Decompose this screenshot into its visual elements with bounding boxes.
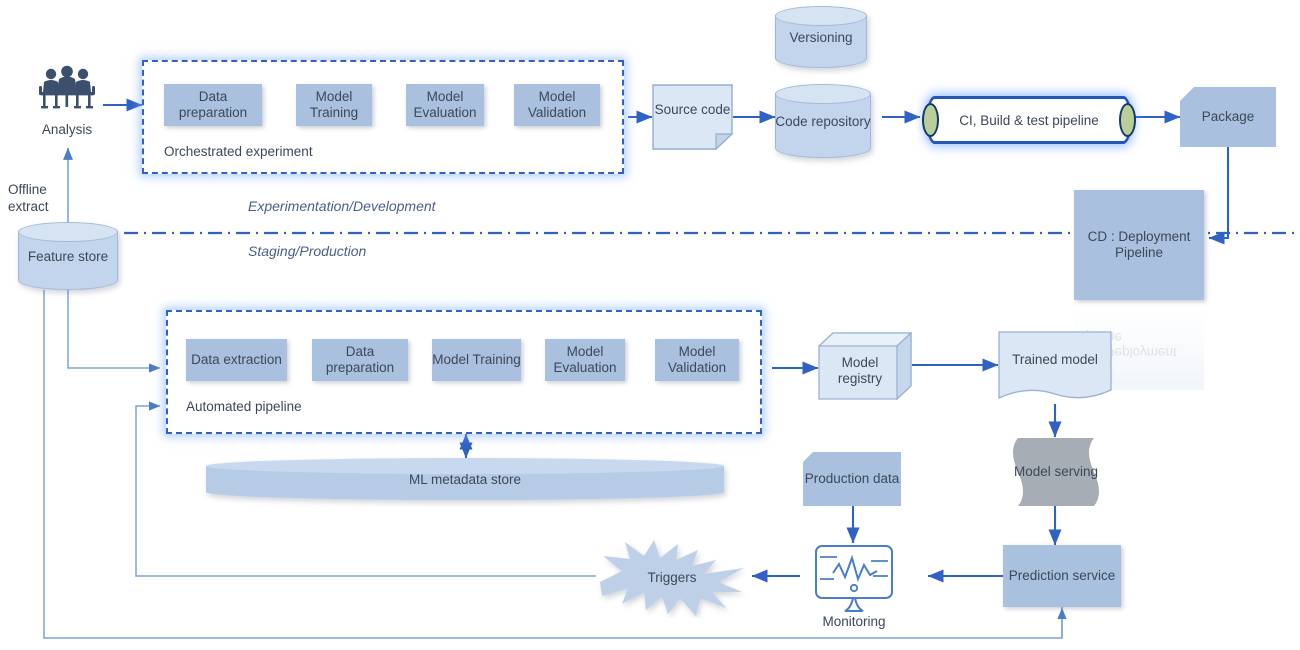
offline-extract-label: Offline extract — [8, 182, 49, 214]
feature-store-cylinder[interactable]: Feature store — [18, 222, 118, 290]
ci-pipeline-label: CI, Build & test pipeline — [959, 112, 1099, 128]
automated-step-model-training[interactable]: Model Training — [432, 339, 521, 381]
ml-metadata-store-label: ML metadata store — [408, 471, 522, 487]
automated-step-model-validation[interactable]: Model Validation — [655, 339, 739, 381]
versioning-cylinder[interactable]: Versioning — [775, 6, 867, 68]
model-serving-node[interactable]: Model serving — [1008, 437, 1104, 507]
automated-step-data-extraction[interactable]: Data extraction — [186, 339, 287, 381]
experiment-step-model-validation[interactable]: Model Validation — [514, 84, 600, 126]
versioning-label: Versioning — [789, 29, 853, 45]
model-registry-label: Model registry — [837, 355, 883, 386]
ci-build-test-pipeline[interactable]: CI, Build & test pipeline — [922, 96, 1136, 144]
mlops-diagram-canvas: Experimentation/Development Staging/Prod… — [0, 0, 1300, 650]
model-registry-node[interactable]: Model registry — [818, 332, 912, 400]
production-data-node[interactable]: Production data — [803, 452, 901, 506]
package-label: Package — [1201, 109, 1255, 125]
ml-metadata-store[interactable]: ML metadata store — [206, 458, 724, 500]
monitoring-label: Monitoring — [822, 614, 886, 629]
model-serving-label: Model serving — [1013, 464, 1099, 480]
triggers-label: Triggers — [647, 570, 697, 586]
monitor-chart-icon[interactable] — [811, 543, 897, 613]
tube-cap-right — [1119, 103, 1136, 137]
source-code-label: Source code — [654, 102, 731, 118]
experiment-step-model-training[interactable]: Model Training — [296, 84, 372, 126]
experiment-step-data-preparation[interactable]: Data preparation — [164, 84, 262, 126]
orchestrated-experiment-label: Orchestrated experiment — [164, 144, 313, 159]
automated-step-model-evaluation[interactable]: Model Evaluation — [545, 339, 625, 381]
people-meeting-icon — [34, 64, 100, 114]
label-experimentation-development: Experimentation/Development — [248, 198, 436, 214]
experiment-step-model-evaluation[interactable]: Model Evaluation — [406, 84, 484, 126]
automated-pipeline-label: Automated pipeline — [186, 399, 302, 414]
trained-model-node[interactable]: Trained model — [998, 330, 1112, 404]
feature-store-label: Feature store — [27, 248, 109, 264]
automated-step-data-preparation[interactable]: Data preparation — [312, 339, 408, 381]
cd-deployment-pipeline[interactable]: CD : Deployment Pipeline — [1074, 190, 1204, 300]
code-repository-cylinder[interactable]: Code repository — [775, 84, 871, 158]
code-repository-label: Code repository — [775, 113, 871, 129]
package-node[interactable]: Package — [1180, 87, 1276, 147]
triggers-node[interactable]: Triggers — [592, 538, 752, 618]
tube-cap-left — [922, 103, 939, 137]
production-data-label: Production data — [804, 471, 900, 487]
trained-model-label: Trained model — [1012, 352, 1098, 368]
label-staging-production: Staging/Production — [248, 243, 367, 259]
prediction-service-node[interactable]: Prediction service — [1003, 545, 1121, 607]
source-code-node[interactable]: Source code — [652, 84, 733, 150]
analysis-label: Analysis — [41, 122, 93, 137]
